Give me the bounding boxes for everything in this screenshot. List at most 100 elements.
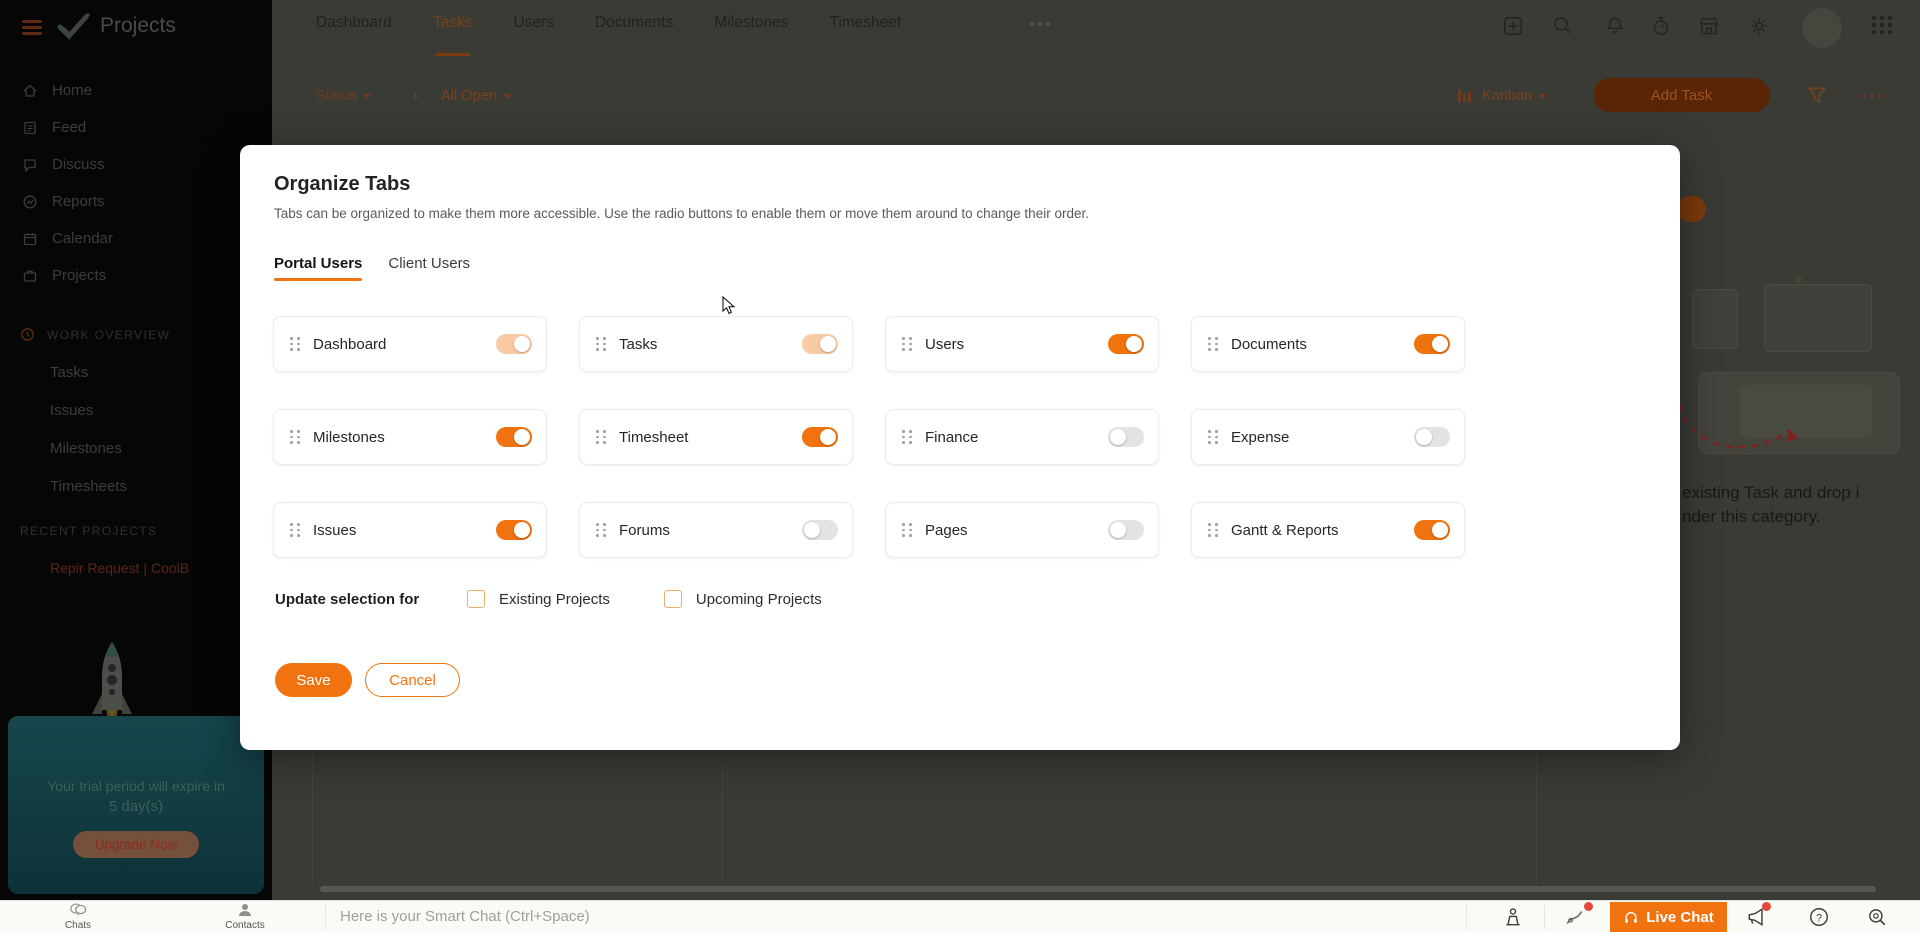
tab-card-finance: Finance — [885, 409, 1159, 465]
projects-logo-icon — [54, 10, 94, 44]
modal-tab-portal-users[interactable]: Portal Users — [274, 255, 362, 281]
modal-tab-client-users[interactable]: Client Users — [388, 255, 470, 281]
tab-documents[interactable]: Documents — [595, 14, 673, 42]
toggle-timesheet[interactable] — [802, 427, 838, 447]
upgrade-now-button[interactable]: Upgrade Now — [73, 831, 200, 858]
support-desk-icon[interactable] — [1502, 906, 1524, 928]
sidebar-item-projects[interactable]: Projects — [0, 257, 272, 294]
drag-handle-icon[interactable] — [290, 523, 301, 537]
drag-handle-icon[interactable] — [596, 337, 607, 351]
sidebar-item-feed[interactable]: Feed — [0, 109, 272, 146]
toggle-users[interactable] — [1108, 334, 1144, 354]
toggle-tasks[interactable] — [802, 334, 838, 354]
contacts-label: Contacts — [215, 920, 275, 931]
add-task-button[interactable]: Add Task — [1593, 78, 1770, 112]
search-icon[interactable] — [1551, 14, 1573, 36]
more-tabs-icon[interactable] — [1030, 22, 1050, 26]
toggle-gantt-reports[interactable] — [1414, 520, 1450, 540]
gear-icon[interactable] — [1748, 15, 1770, 37]
user-avatar[interactable] — [1802, 8, 1842, 48]
toggle-pages[interactable] — [1108, 520, 1144, 540]
guided-tour-icon[interactable] — [1564, 906, 1586, 928]
drag-handle-icon[interactable] — [1208, 430, 1219, 444]
checkbox-existing-projects[interactable] — [467, 590, 485, 608]
cancel-button[interactable]: Cancel — [365, 663, 460, 697]
chats-button[interactable]: Chats — [48, 903, 108, 931]
tab-card-label: Finance — [925, 429, 1108, 446]
tab-card-timesheet: Timesheet — [579, 409, 853, 465]
add-new-icon[interactable] — [1502, 15, 1524, 37]
tab-milestones[interactable]: Milestones — [714, 14, 788, 42]
drag-handle-icon[interactable] — [902, 337, 913, 351]
contacts-button[interactable]: Contacts — [215, 903, 275, 931]
modal-tab-bar: Portal Users Client Users — [274, 255, 470, 281]
help-icon[interactable]: ? — [1808, 906, 1830, 928]
sidebar-item-home[interactable]: Home — [0, 72, 272, 109]
headset-icon — [1623, 910, 1639, 926]
board-column-divider — [312, 752, 313, 884]
divider — [1544, 905, 1545, 929]
chats-icon — [69, 903, 87, 916]
smart-chat-bar: Chats Contacts Here is your Smart Chat (… — [0, 900, 1920, 932]
empty-state-card — [1692, 289, 1738, 349]
work-overview-header[interactable]: WORK OVERVIEW — [0, 327, 272, 342]
organize-tabs-modal: Organize Tabs Tabs can be organized to m… — [240, 145, 1680, 750]
toggle-documents[interactable] — [1414, 334, 1450, 354]
more-actions-icon[interactable] — [1862, 94, 1882, 98]
sidebar-item-reports[interactable]: Reports — [0, 183, 272, 220]
all-open-filter[interactable]: All Open — [441, 88, 511, 104]
drag-handle-icon[interactable] — [596, 430, 607, 444]
toggle-expense[interactable] — [1414, 427, 1450, 447]
toggle-knob — [1432, 336, 1448, 352]
sidebar-item-milestones[interactable]: Milestones — [0, 429, 272, 467]
toggle-finance[interactable] — [1108, 427, 1144, 447]
toggle-milestones[interactable] — [496, 427, 532, 447]
drag-handle-icon[interactable] — [290, 430, 301, 444]
sidebar-item-discuss[interactable]: Discuss — [0, 146, 272, 183]
tab-card-tasks: Tasks — [579, 316, 853, 372]
feed-icon — [22, 120, 38, 136]
toggle-dashboard[interactable] — [496, 334, 532, 354]
tab-users[interactable]: Users — [513, 14, 553, 42]
drag-handle-icon[interactable] — [902, 523, 913, 537]
drag-handle-icon[interactable] — [596, 523, 607, 537]
status-filter[interactable]: Status — [316, 88, 371, 104]
view-selector[interactable]: Kanban — [1482, 88, 1546, 104]
board-hint-text: existing Task and drop i — [1682, 483, 1859, 503]
sidebar-menu: HomeFeedDiscussReportsCalendar Projects — [0, 72, 272, 294]
tab-card-gantt-reports: Gantt & Reports — [1191, 502, 1465, 558]
hamburger-menu-icon[interactable] — [22, 20, 42, 35]
modal-description: Tabs can be organized to make them more … — [274, 206, 1089, 221]
sidebar-item-calendar[interactable]: Calendar — [0, 220, 272, 257]
toggle-issues[interactable] — [496, 520, 532, 540]
live-chat-button[interactable]: Live Chat — [1610, 902, 1727, 932]
filter-icon[interactable] — [1806, 84, 1828, 106]
timer-icon[interactable] — [1650, 15, 1672, 37]
drag-handle-icon[interactable] — [902, 430, 913, 444]
drag-arrow-illustration — [1660, 390, 1840, 470]
contacts-icon — [237, 903, 253, 916]
board-hint-text: nder this category. — [1682, 507, 1821, 527]
app-title: Projects — [100, 14, 176, 38]
apps-grid-icon[interactable] — [1872, 16, 1893, 34]
sidebar-item-tasks[interactable]: Tasks — [0, 353, 272, 391]
tab-timesheet[interactable]: Timesheet — [829, 14, 901, 42]
tab-tasks[interactable]: Tasks — [433, 14, 473, 42]
drag-handle-icon[interactable] — [1208, 337, 1219, 351]
sidebar-item-issues[interactable]: Issues — [0, 391, 272, 429]
tab-dashboard[interactable]: Dashboard — [316, 14, 392, 42]
toggle-forums[interactable] — [802, 520, 838, 540]
checkbox-upcoming-projects[interactable] — [664, 590, 682, 608]
store-icon[interactable] — [1698, 15, 1720, 37]
horizontal-scrollbar[interactable] — [320, 886, 1876, 892]
drag-handle-icon[interactable] — [1208, 523, 1219, 537]
save-button[interactable]: Save — [275, 663, 352, 697]
sidebar-item-recent-project[interactable]: Repir Request | CoolB — [50, 560, 189, 576]
sidebar-item-label: Projects — [52, 267, 106, 284]
smart-chat-input[interactable]: Here is your Smart Chat (Ctrl+Space) — [340, 908, 590, 925]
drag-handle-icon[interactable] — [290, 337, 301, 351]
bell-icon[interactable] — [1604, 15, 1626, 37]
sidebar-item-timesheets[interactable]: Timesheets — [0, 467, 272, 505]
tab-card-label: Forums — [619, 522, 802, 539]
zoom-search-icon[interactable] — [1866, 906, 1888, 928]
